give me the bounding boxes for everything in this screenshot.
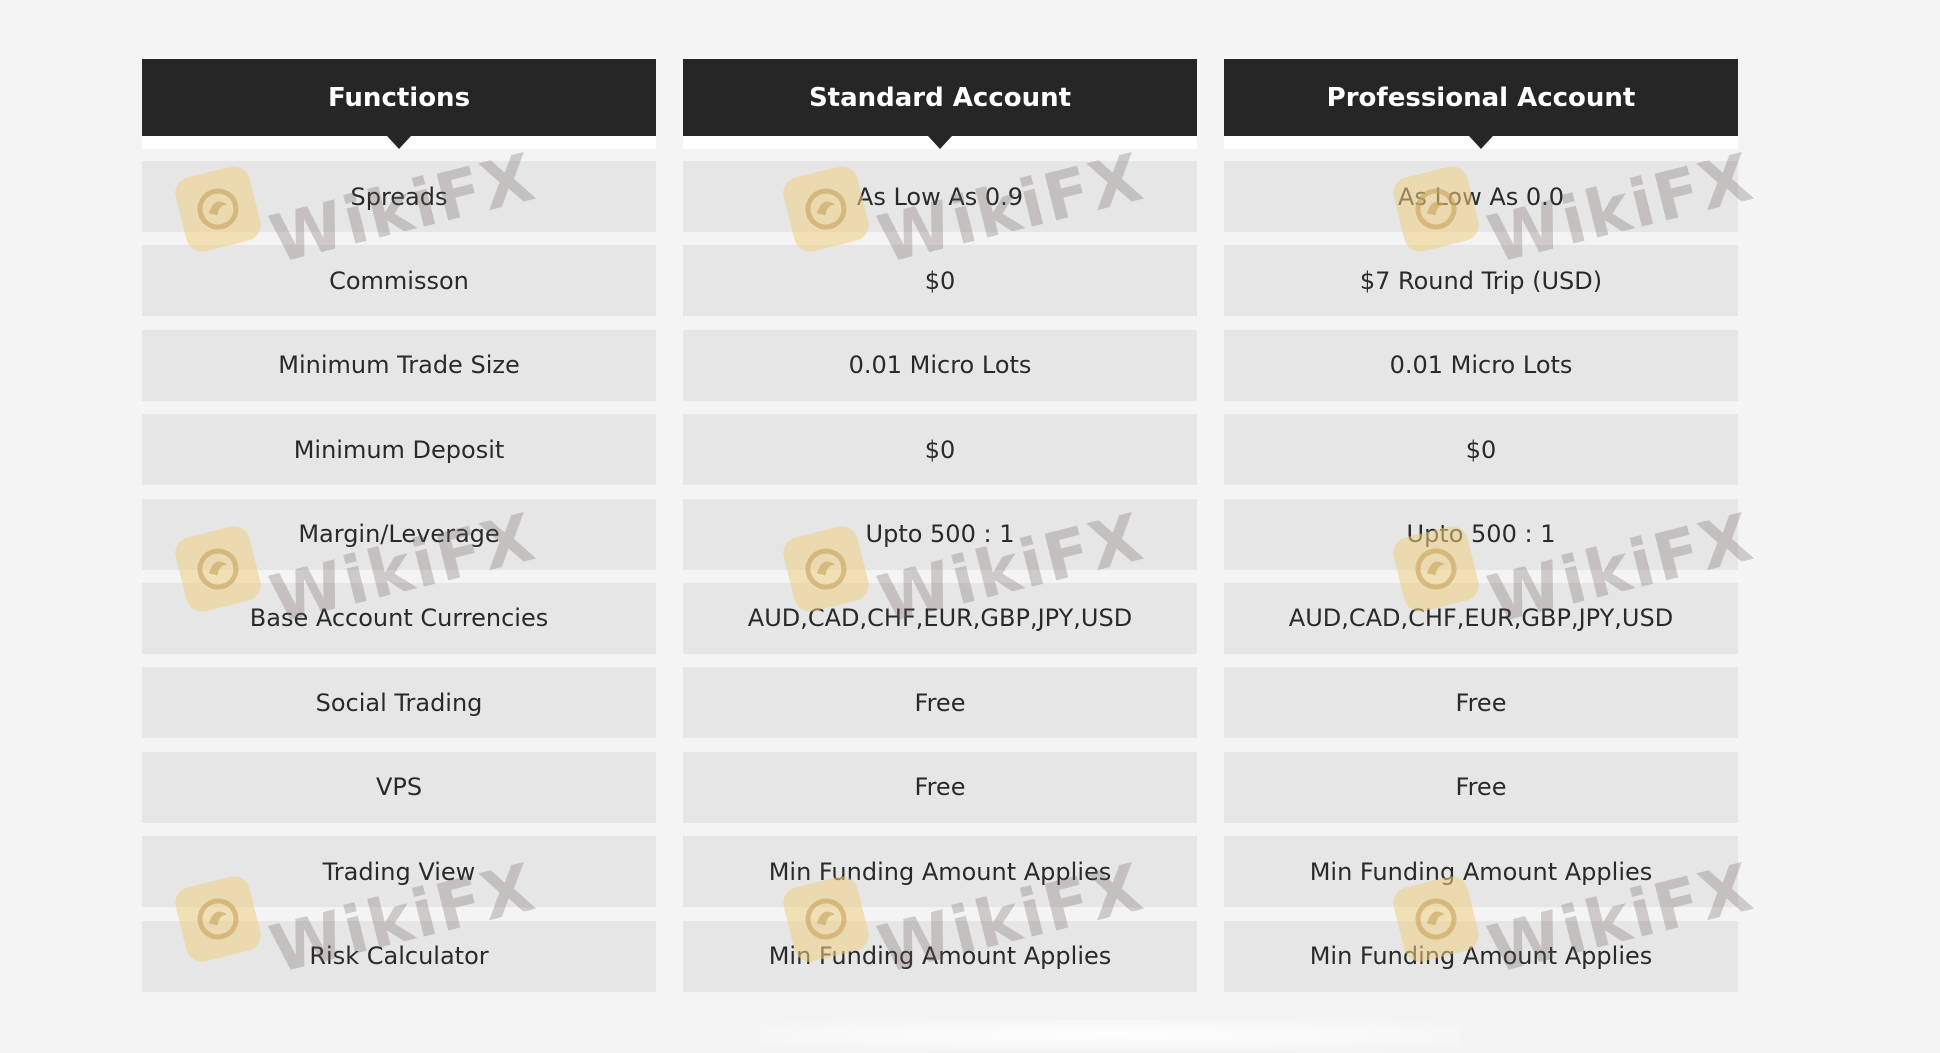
standard-account-header: Standard Account — [683, 59, 1197, 149]
standard-account-header-label: Standard Account — [808, 82, 1072, 113]
professional-account-header: Professional Account — [1224, 59, 1738, 149]
header-arrow — [928, 136, 952, 149]
table-cell: $0 — [683, 414, 1197, 486]
table-cell: Free — [1224, 751, 1738, 823]
header-arrow — [1469, 136, 1493, 149]
table-cell: Trading View — [142, 836, 656, 908]
table-cell: Margin/Leverage — [142, 498, 656, 570]
table-cell: Spreads — [142, 161, 656, 232]
table-cell: 0.01 Micro Lots — [683, 329, 1197, 401]
functions-rows: Spreads Commisson Minimum Trade Size Min… — [142, 161, 656, 992]
table-cell: Free — [683, 751, 1197, 823]
functions-header-label: Functions — [327, 82, 471, 113]
professional-account-header-label: Professional Account — [1326, 82, 1636, 113]
table-cell: Min Funding Amount Applies — [683, 920, 1197, 992]
standard-account-column: Standard Account As Low As 0.9 $0 0.01 M… — [683, 59, 1197, 992]
professional-account-column: Professional Account As Low As 0.0 $7 Ro… — [1224, 59, 1738, 992]
table-cell: Risk Calculator — [142, 920, 656, 992]
table-cell: Min Funding Amount Applies — [1224, 920, 1738, 992]
table-cell: Free — [683, 667, 1197, 739]
table-cell: 0.01 Micro Lots — [1224, 329, 1738, 401]
bottom-glow — [760, 1020, 1460, 1050]
table-cell: Commisson — [142, 245, 656, 317]
table-cell: Minimum Trade Size — [142, 329, 656, 401]
table-cell: VPS — [142, 751, 656, 823]
table-cell: Base Account Currencies — [142, 582, 656, 654]
table-cell: As Low As 0.0 — [1224, 161, 1738, 232]
table-cell: $0 — [1224, 414, 1738, 486]
table-cell: Minimum Deposit — [142, 414, 656, 486]
table-cell: Min Funding Amount Applies — [1224, 836, 1738, 908]
table-cell: Social Trading — [142, 667, 656, 739]
table-cell: Min Funding Amount Applies — [683, 836, 1197, 908]
functions-column: Functions Spreads Commisson Minimum Trad… — [142, 59, 656, 992]
table-cell: Free — [1224, 667, 1738, 739]
table-cell: $0 — [683, 245, 1197, 317]
header-arrow — [387, 136, 411, 149]
functions-header: Functions — [142, 59, 656, 149]
table-cell: AUD,CAD,CHF,EUR,GBP,JPY,USD — [683, 582, 1197, 654]
account-comparison-table: Functions Spreads Commisson Minimum Trad… — [142, 59, 1738, 992]
table-cell: Upto 500 : 1 — [1224, 498, 1738, 570]
table-cell: AUD,CAD,CHF,EUR,GBP,JPY,USD — [1224, 582, 1738, 654]
table-cell: $7 Round Trip (USD) — [1224, 245, 1738, 317]
standard-account-rows: As Low As 0.9 $0 0.01 Micro Lots $0 Upto… — [683, 161, 1197, 992]
table-cell: Upto 500 : 1 — [683, 498, 1197, 570]
professional-account-rows: As Low As 0.0 $7 Round Trip (USD) 0.01 M… — [1224, 161, 1738, 992]
table-cell: As Low As 0.9 — [683, 161, 1197, 232]
